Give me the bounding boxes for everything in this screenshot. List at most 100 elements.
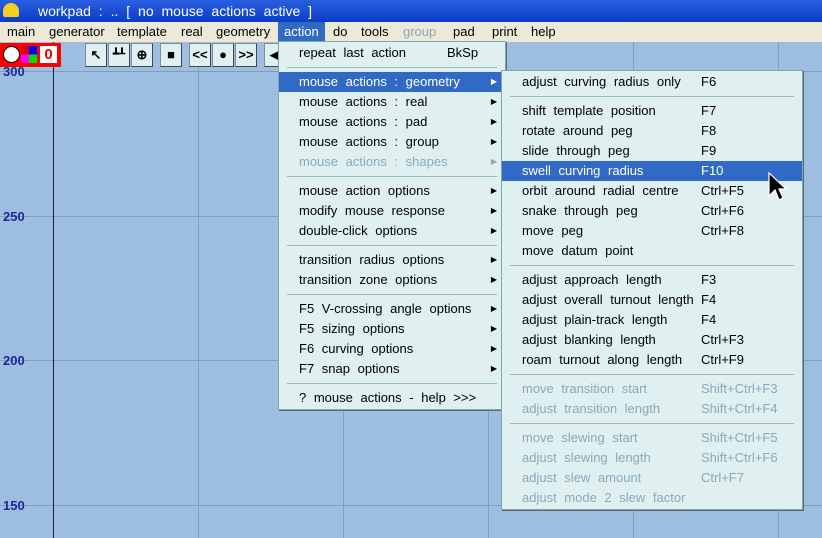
menu-separator [279,63,505,72]
menu-item[interactable]: modify mouse response ▶ [279,201,505,221]
menu-item[interactable]: mouse actions : pad ▶ [279,112,505,132]
menu-item-shortcut: F7 [701,103,717,118]
menu-item-label: ? mouse actions - help >>> [299,390,477,405]
menu-item-shortcut: Ctrl+F5 [701,183,744,198]
submenu-arrow-icon: ▶ [490,275,497,284]
menu-group[interactable]: group [400,22,439,42]
menu-pad[interactable]: pad [450,22,478,42]
menu-item-label: mouse actions : real [299,94,428,109]
menu-item[interactable]: F6 curving options ▶ [279,339,505,359]
menu-item[interactable]: mouse actions : real ▶ [279,92,505,112]
menu-item-label: move datum point [522,243,634,258]
menu-item[interactable]: shift template position F7 [502,101,802,121]
menu-item[interactable]: mouse actions : group ▶ [279,132,505,152]
menu-item[interactable]: adjust transition length Shift+Ctrl+F4 [502,399,802,419]
menu-item-label: transition radius options [299,252,445,267]
menu-item[interactable]: adjust approach length F3 [502,270,802,290]
menu-item[interactable]: transition zone options ▶ [279,270,505,290]
menu-separator [279,241,505,250]
menu-item[interactable]: adjust blanking length Ctrl+F3 [502,330,802,350]
menu-item-label: roam turnout along length [522,352,683,367]
menu-real[interactable]: real [178,22,206,42]
menu-item[interactable]: adjust mode 2 slew factor [502,488,802,508]
menu-print[interactable]: print [489,22,520,42]
menu-tools[interactable]: tools [358,22,391,42]
menu-item[interactable]: F7 snap options ▶ [279,359,505,379]
menu-item-label: mouse actions : pad [299,114,428,129]
menu-geometry[interactable]: geometry [213,22,273,42]
menu-item-shortcut: F8 [701,123,717,138]
menu-item-label: move slewing start [522,430,638,445]
menu-item[interactable]: F5 sizing options ▶ [279,319,505,339]
pointer-icon[interactable]: ↖ [85,43,107,67]
color-icon[interactable] [21,46,37,63]
menu-item[interactable]: mouse actions : shapes ▶ [279,152,505,172]
y-label: 200 [3,353,25,368]
menu-action[interactable]: action [278,22,325,42]
menu-item-label: rotate around peg [522,123,633,138]
menu-do[interactable]: do [330,22,350,42]
menu-item-label: F6 curving options [299,341,414,356]
menu-item-shortcut: F9 [701,143,717,158]
datum-axis [53,42,54,538]
menu-item-shortcut: Ctrl+F8 [701,223,744,238]
menu-item[interactable]: slide through peg F9 [502,141,802,161]
menu-item[interactable]: adjust overall turnout length F4 [502,290,802,310]
menu-item[interactable]: move datum point [502,241,802,261]
circle-icon [3,46,20,63]
menu-item-shortcut: Shift+Ctrl+F5 [701,430,778,445]
menu-item[interactable]: move transition start Shift+Ctrl+F3 [502,379,802,399]
submenu-arrow-icon: ▶ [490,97,497,106]
menu-separator [502,261,802,270]
menu-item[interactable]: move peg Ctrl+F8 [502,221,802,241]
menu-separator [502,370,802,379]
menu-item-label: adjust mode 2 slew factor [522,490,686,505]
menu-item-label: slide through peg [522,143,630,158]
submenu-arrow-icon: ▶ [490,344,497,353]
menu-main[interactable]: main [4,22,38,42]
menu-item[interactable]: transition radius options ▶ [279,250,505,270]
menu-item[interactable]: F5 V-crossing angle options ▶ [279,299,505,319]
menu-item[interactable]: orbit around radial centre Ctrl+F5 [502,181,802,201]
dot-button[interactable]: ● [212,43,234,67]
menu-item-label: mouse actions : geometry [299,74,460,89]
counter: 0 [40,46,57,63]
submenu-arrow-icon: ▶ [490,206,497,215]
menu-item-label: transition zone options [299,272,438,287]
submenu-arrow-icon: ▶ [490,324,497,333]
submenu-arrow-icon: ▶ [490,117,497,126]
menu-item[interactable]: mouse actions : geometry ▶ [279,72,505,92]
menu-item[interactable]: roam turnout along length Ctrl+F9 [502,350,802,370]
menu-item[interactable]: mouse action options ▶ [279,181,505,201]
peg-icon[interactable]: ┻┸ [108,43,130,67]
select-icon[interactable]: ■ [160,43,182,67]
menu-item-shortcut: F4 [701,312,717,327]
menu-item-shortcut: F10 [701,163,724,178]
menu-help[interactable]: help [528,22,559,42]
menu-item-shortcut: Ctrl+F6 [701,203,744,218]
submenu-arrow-icon: ▶ [490,226,497,235]
menu-item[interactable]: ? mouse actions - help >>> [279,388,505,408]
menu-item[interactable]: snake through peg Ctrl+F6 [502,201,802,221]
menu-item[interactable]: double-click options ▶ [279,221,505,241]
menu-bar: main generator template real geometry ac… [0,22,822,42]
templot-logo-icon [3,3,19,17]
grid-line [198,42,199,538]
menu-template[interactable]: template [114,22,170,42]
menu-generator[interactable]: generator [46,22,108,42]
prev-button[interactable]: << [189,43,211,67]
menu-item-label: mouse action options [299,183,430,198]
menu-item[interactable]: adjust curving radius only F6 [502,72,802,92]
menu-item[interactable]: rotate around peg F8 [502,121,802,141]
menu-item[interactable]: swell curving radius F10 [502,161,802,181]
menu-item[interactable]: repeat last action BkSp [279,43,505,63]
menu-separator [279,172,505,181]
menu-item[interactable]: adjust slewing length Shift+Ctrl+F6 [502,448,802,468]
menu-item[interactable]: adjust slew amount Ctrl+F7 [502,468,802,488]
wheel-icon[interactable]: ⊕ [131,43,153,67]
menu-item[interactable]: move slewing start Shift+Ctrl+F5 [502,428,802,448]
submenu-arrow-icon: ▶ [490,255,497,264]
menu-item-shortcut: Shift+Ctrl+F3 [701,381,778,396]
next-button[interactable]: >> [235,43,257,67]
menu-item[interactable]: adjust plain-track length F4 [502,310,802,330]
